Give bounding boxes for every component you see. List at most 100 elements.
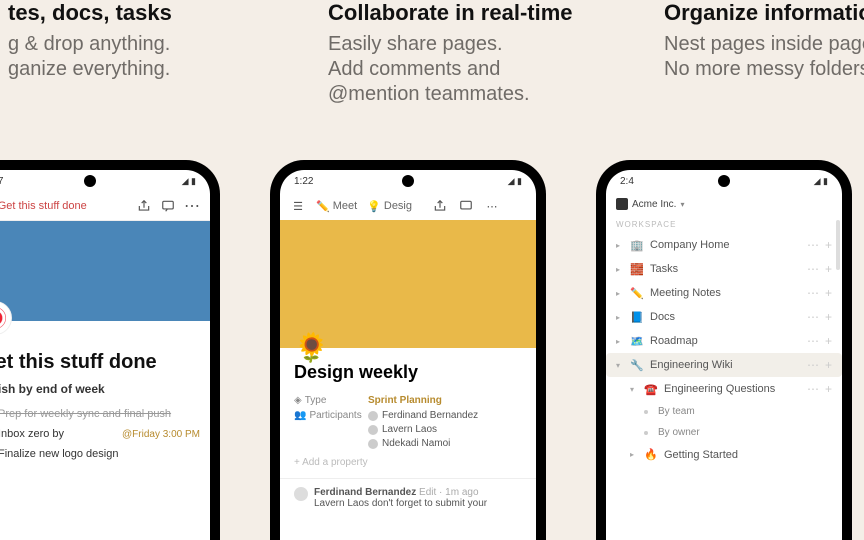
participant[interactable]: Ferdinand Bernandez — [368, 410, 478, 421]
plus-icon[interactable]: + — [825, 382, 832, 396]
participants-list[interactable]: Ferdinand Bernandez Lavern Laos Ndekadi … — [368, 410, 478, 449]
chevron-right-icon[interactable]: ▸ — [616, 241, 624, 250]
plus-icon[interactable]: + — [825, 286, 832, 300]
status-bar: 2:4 ◢ ▮ — [606, 170, 842, 192]
more-icon[interactable]: ⋯ — [184, 198, 200, 214]
status-time: 1:47 — [0, 176, 3, 187]
sidebar-item-meeting-notes[interactable]: ▸ ✏️ Meeting Notes ⋯ + — [606, 281, 842, 305]
more-icon[interactable]: ⋯ — [807, 358, 819, 372]
phone-mockup-2: 1:22 ◢ ▮ ☰ ✏️Meet 💡Desig ⋯ 🌻 Design week… — [270, 160, 546, 540]
page-subtitle[interactable]: Finish by end of week — [0, 382, 210, 404]
sidebar-item-label: By owner — [658, 427, 832, 438]
more-icon[interactable]: ⋯ — [807, 238, 819, 252]
plus-icon[interactable]: + — [825, 238, 832, 252]
plus-icon[interactable]: + — [825, 358, 832, 372]
plus-icon[interactable]: + — [825, 334, 832, 348]
phone-mockup-1: 1:47 ◢ ▮ 🎯 Get this stuff done ⋯ Get thi… — [0, 160, 220, 540]
plus-icon[interactable]: + — [825, 262, 832, 276]
avatar-icon — [294, 487, 308, 501]
chevron-right-icon[interactable]: ▸ — [616, 337, 624, 346]
feature-sub: Nest pages inside pages. No more messy f… — [664, 32, 864, 82]
cover-image[interactable] — [0, 221, 210, 321]
phone-mockup-3: 2:4 ◢ ▮ Acme Inc. ▾ WORKSPACE ▸ 🏢 Compan… — [596, 160, 852, 540]
menu-icon[interactable]: ☰ — [290, 198, 306, 214]
feature-sub: g & drop anything. ganize everything. — [8, 32, 268, 82]
more-icon[interactable]: ⋯ — [807, 310, 819, 324]
participant[interactable]: Lavern Laos — [368, 424, 478, 435]
sidebar-item-docs[interactable]: ▸ 📘 Docs ⋯ + — [606, 305, 842, 329]
workspace-icon — [616, 198, 628, 210]
sidebar-item-engineering-wiki[interactable]: ▾ 🔧 Engineering Wiki ⋯ + — [606, 353, 842, 377]
chevron-right-icon[interactable]: ▸ — [616, 265, 624, 274]
plus-icon[interactable]: + — [825, 310, 832, 324]
camera-notch — [718, 175, 730, 187]
bullseye-icon — [0, 307, 6, 329]
property-row[interactable]: ◈Type Sprint Planning — [280, 393, 536, 408]
more-icon[interactable]: ⋯ — [807, 262, 819, 276]
more-icon[interactable]: ⋯ — [807, 382, 819, 396]
property-value[interactable]: Sprint Planning — [368, 395, 442, 406]
bullet-icon — [644, 431, 648, 435]
feature-col-1: tes, docs, tasks g & drop anything. gani… — [8, 0, 268, 107]
property-row[interactable]: 👥Participants Ferdinand Bernandez Lavern… — [280, 408, 536, 451]
feature-sub: Easily share pages. Add comments and @me… — [328, 32, 604, 107]
tab[interactable]: ✏️Meet — [316, 200, 357, 213]
workspace-name: Acme Inc. — [632, 199, 676, 210]
scrollbar-thumb[interactable] — [836, 220, 840, 270]
comment-icon[interactable] — [458, 198, 474, 214]
tab-label: Meet — [333, 200, 357, 212]
more-icon[interactable]: ⋯ — [484, 198, 500, 214]
feature-col-3: Organize information Nest pages inside p… — [664, 0, 864, 107]
tab-label: Desig — [384, 200, 412, 212]
chevron-down-icon: ▾ — [680, 200, 684, 209]
chevron-right-icon[interactable]: ▸ — [616, 313, 624, 322]
task-row[interactable]: Prep for weekly sync and final push — [0, 404, 210, 424]
phone-screen: 1:22 ◢ ▮ ☰ ✏️Meet 💡Desig ⋯ 🌻 Design week… — [280, 170, 536, 540]
task-due[interactable]: @Friday 3:00 PM — [122, 429, 200, 440]
sidebar-view-by-owner[interactable]: By owner — [606, 422, 842, 443]
sidebar-item-roadmap[interactable]: ▸ 🗺️ Roadmap ⋯ + — [606, 329, 842, 353]
page-title[interactable]: Get this stuff done — [0, 335, 210, 382]
sidebar-view-by-team[interactable]: By team — [606, 401, 842, 422]
share-icon[interactable] — [432, 198, 448, 214]
workspace-switcher[interactable]: Acme Inc. ▾ — [606, 192, 842, 216]
comment-text: Ferdinand Bernandez Edit · 1m agoLavern … — [314, 487, 487, 509]
tab[interactable]: 💡Desig — [367, 200, 412, 213]
chevron-right-icon[interactable]: ▸ — [616, 289, 624, 298]
book-icon: 📘 — [630, 311, 644, 324]
sidebar-subitem-eng-questions[interactable]: ▾ ☎️ Engineering Questions ⋯ + — [606, 377, 842, 401]
share-icon[interactable] — [136, 198, 152, 214]
pencil-icon: ✏️ — [630, 287, 644, 300]
more-icon[interactable]: ⋯ — [807, 334, 819, 348]
sidebar-item-label: Engineering Questions — [664, 383, 801, 395]
chevron-right-icon[interactable]: ▸ — [630, 450, 638, 459]
feature-col-2: Collaborate in real-time Easily share pa… — [328, 0, 604, 107]
task-row[interactable]: Inbox zero by @Friday 3:00 PM — [0, 424, 210, 444]
sidebar-item-label: Engineering Wiki — [650, 359, 801, 371]
sidebar-item-company-home[interactable]: ▸ 🏢 Company Home ⋯ + — [606, 233, 842, 257]
cover-image[interactable]: 🌻 — [280, 220, 536, 348]
sunflower-icon[interactable]: 🌻 — [294, 331, 329, 364]
people-icon: 👥 — [294, 410, 306, 421]
comment-row[interactable]: Ferdinand Bernandez Edit · 1m agoLavern … — [280, 478, 536, 517]
chevron-down-icon[interactable]: ▾ — [630, 385, 638, 394]
brick-icon: 🧱 — [630, 263, 644, 276]
participant[interactable]: Ndekadi Namoi — [368, 438, 478, 449]
more-icon[interactable]: ⋯ — [807, 286, 819, 300]
sidebar-subitem-getting-started[interactable]: ▸ 🔥 Getting Started — [606, 443, 842, 466]
pencil-icon: ✏️ — [316, 200, 330, 213]
add-property-button[interactable]: + Add a property — [280, 451, 536, 474]
phone-screen: 2:4 ◢ ▮ Acme Inc. ▾ WORKSPACE ▸ 🏢 Compan… — [606, 170, 842, 540]
phone-icon: ☎️ — [644, 383, 658, 396]
comment-icon[interactable] — [160, 198, 176, 214]
avatar-icon — [368, 411, 378, 421]
fire-icon: 🔥 — [644, 448, 658, 461]
phone-row: 1:47 ◢ ▮ 🎯 Get this stuff done ⋯ Get thi… — [0, 160, 852, 540]
chevron-down-icon[interactable]: ▾ — [616, 361, 624, 370]
phone-screen: 1:47 ◢ ▮ 🎯 Get this stuff done ⋯ Get thi… — [0, 170, 210, 540]
sidebar-item-tasks[interactable]: ▸ 🧱 Tasks ⋯ + — [606, 257, 842, 281]
task-row[interactable]: Finalize new logo design — [0, 444, 210, 464]
sidebar-item-label: Tasks — [650, 263, 801, 275]
breadcrumb[interactable]: 🎯 Get this stuff done — [0, 200, 87, 213]
feature-heading: Collaborate in real-time — [328, 0, 604, 26]
